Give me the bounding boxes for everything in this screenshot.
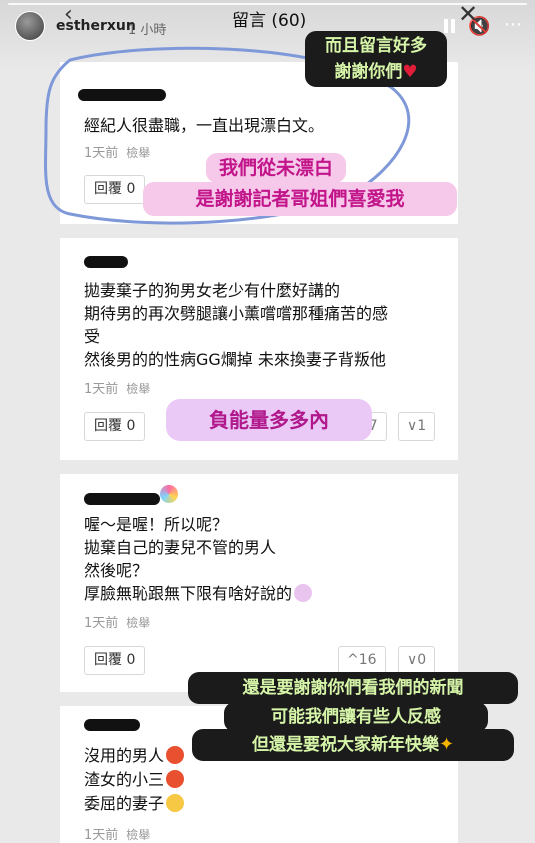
- comment-text-span: 厚臉無恥跟無下限有啥好說的: [84, 584, 293, 603]
- downvote-button[interactable]: ∨0: [398, 646, 436, 675]
- comment-text-span: 委屈的妻子: [84, 794, 165, 813]
- more-icon[interactable]: ⋯: [504, 14, 523, 35]
- comment-card: 喔～是喔！所以呢？ 拋棄自己的妻兒不管的男人 然後呢？ 厚臉無恥跟無下限有啥好說…: [60, 474, 458, 692]
- sticker-line: 而且留言好多: [325, 36, 427, 56]
- story-viewer: estherxun 1 小時 ‹ 留言 (60) 🔇 ✕ ⋯ 經紀人很盡職，一直…: [0, 0, 535, 843]
- sticker-line: 謝謝你們♥: [305, 59, 447, 85]
- sticker-top-dark: 而且留言好多 謝謝你們♥: [305, 31, 447, 87]
- comment-text: 拋妻棄子的狗男女老少有什麼好講的: [84, 281, 341, 300]
- avatar[interactable]: [15, 11, 45, 41]
- sticker-bottom-line1: 還是要謝謝你們看我們的新聞: [188, 672, 518, 704]
- angry-face-emoji-icon: [166, 746, 185, 764]
- sticker-line-text: 但還是要祝大家新年快樂: [251, 735, 439, 755]
- comment-text: 委屈的妻子: [84, 792, 185, 815]
- comment-text: 喔～是喔！所以呢？: [84, 515, 229, 534]
- sticker-bottom-line3: 但還是要祝大家新年快樂✦: [192, 729, 514, 761]
- comment-text: 拋棄自己的妻兒不管的男人: [84, 538, 277, 557]
- comment-text: 受: [84, 327, 101, 346]
- report-link[interactable]: 檢舉: [126, 828, 150, 842]
- sticker-purple: 負能量多多內: [166, 399, 372, 441]
- angry-face-emoji-icon: [166, 770, 185, 788]
- redacted-username: [78, 89, 166, 101]
- comment-text: 期待男的再次劈腿讓小薰嚐嚐那種痛苦的感: [84, 304, 389, 323]
- reply-button[interactable]: 回覆 0: [84, 646, 146, 675]
- comment-meta: 1天前 檢舉: [84, 612, 150, 631]
- comment-text: 沒用的男人: [84, 744, 185, 767]
- comment-text-span: 渣女的小三: [84, 770, 165, 789]
- downvote-count: 1: [417, 418, 427, 434]
- comment-text: 厚臉無恥跟無下限有啥好說的: [84, 582, 313, 605]
- facepalm-emoji-icon: [294, 584, 313, 602]
- downvote-button[interactable]: ∨1: [398, 412, 436, 441]
- upvote-count: 16: [358, 652, 377, 668]
- sticker-pink-line1: 我們從未漂白: [206, 153, 346, 183]
- comment-time: 1天前: [84, 616, 119, 631]
- crying-face-emoji-icon: [166, 794, 185, 812]
- upvote-button[interactable]: ^16: [338, 646, 386, 675]
- back-chevron-icon[interactable]: ‹: [64, 2, 73, 27]
- lollipop-icon: [160, 485, 178, 503]
- thumb-down-icon: ∨: [407, 652, 418, 668]
- reply-button[interactable]: 回覆 0: [84, 175, 146, 204]
- sticker-bottom-line2: 可能我們讓有些人反感: [224, 702, 488, 732]
- comment-text: 經紀人很盡職，一直出現漂白文。: [84, 116, 325, 135]
- comment-meta: 1天前 檢舉: [84, 378, 150, 397]
- pause-icon[interactable]: [444, 19, 456, 33]
- redacted-username: [84, 719, 140, 731]
- comment-meta: 1天前 檢舉: [84, 824, 150, 843]
- report-link[interactable]: 檢舉: [126, 382, 150, 396]
- downvote-count: 0: [417, 652, 427, 668]
- close-icon[interactable]: ✕: [458, 0, 478, 28]
- comment-text: 然後呢？: [84, 561, 149, 580]
- sticker-pink-line2: 是謝謝記者哥姐們喜愛我: [143, 182, 457, 216]
- comment-text-span: 沒用的男人: [84, 746, 165, 765]
- redacted-username: [84, 493, 160, 505]
- reply-button[interactable]: 回覆 0: [84, 412, 146, 441]
- redacted-username: [84, 256, 128, 268]
- sticker-line-text: 謝謝你們: [334, 62, 403, 82]
- comment-text: 渣女的小三: [84, 768, 185, 791]
- party-popper-icon: ✦: [438, 734, 455, 755]
- comment-time: 1天前: [84, 382, 119, 397]
- thumb-up-icon: ^: [347, 652, 359, 668]
- heart-icon: ♥: [402, 62, 418, 82]
- comment-meta: 1天前 檢舉: [84, 142, 150, 161]
- thumb-down-icon: ∨: [407, 418, 418, 434]
- report-link[interactable]: 檢舉: [126, 146, 150, 160]
- report-link[interactable]: 檢舉: [126, 616, 150, 630]
- story-progress-bar: [8, 3, 527, 5]
- comment-time: 1天前: [84, 828, 119, 843]
- page-title: 留言 (60): [232, 11, 307, 31]
- comment-text: 然後男的的性病GG爛掉 未來換妻子背叛他: [84, 350, 386, 369]
- time-ago: 1 小時: [128, 23, 167, 38]
- comment-time: 1天前: [84, 146, 119, 161]
